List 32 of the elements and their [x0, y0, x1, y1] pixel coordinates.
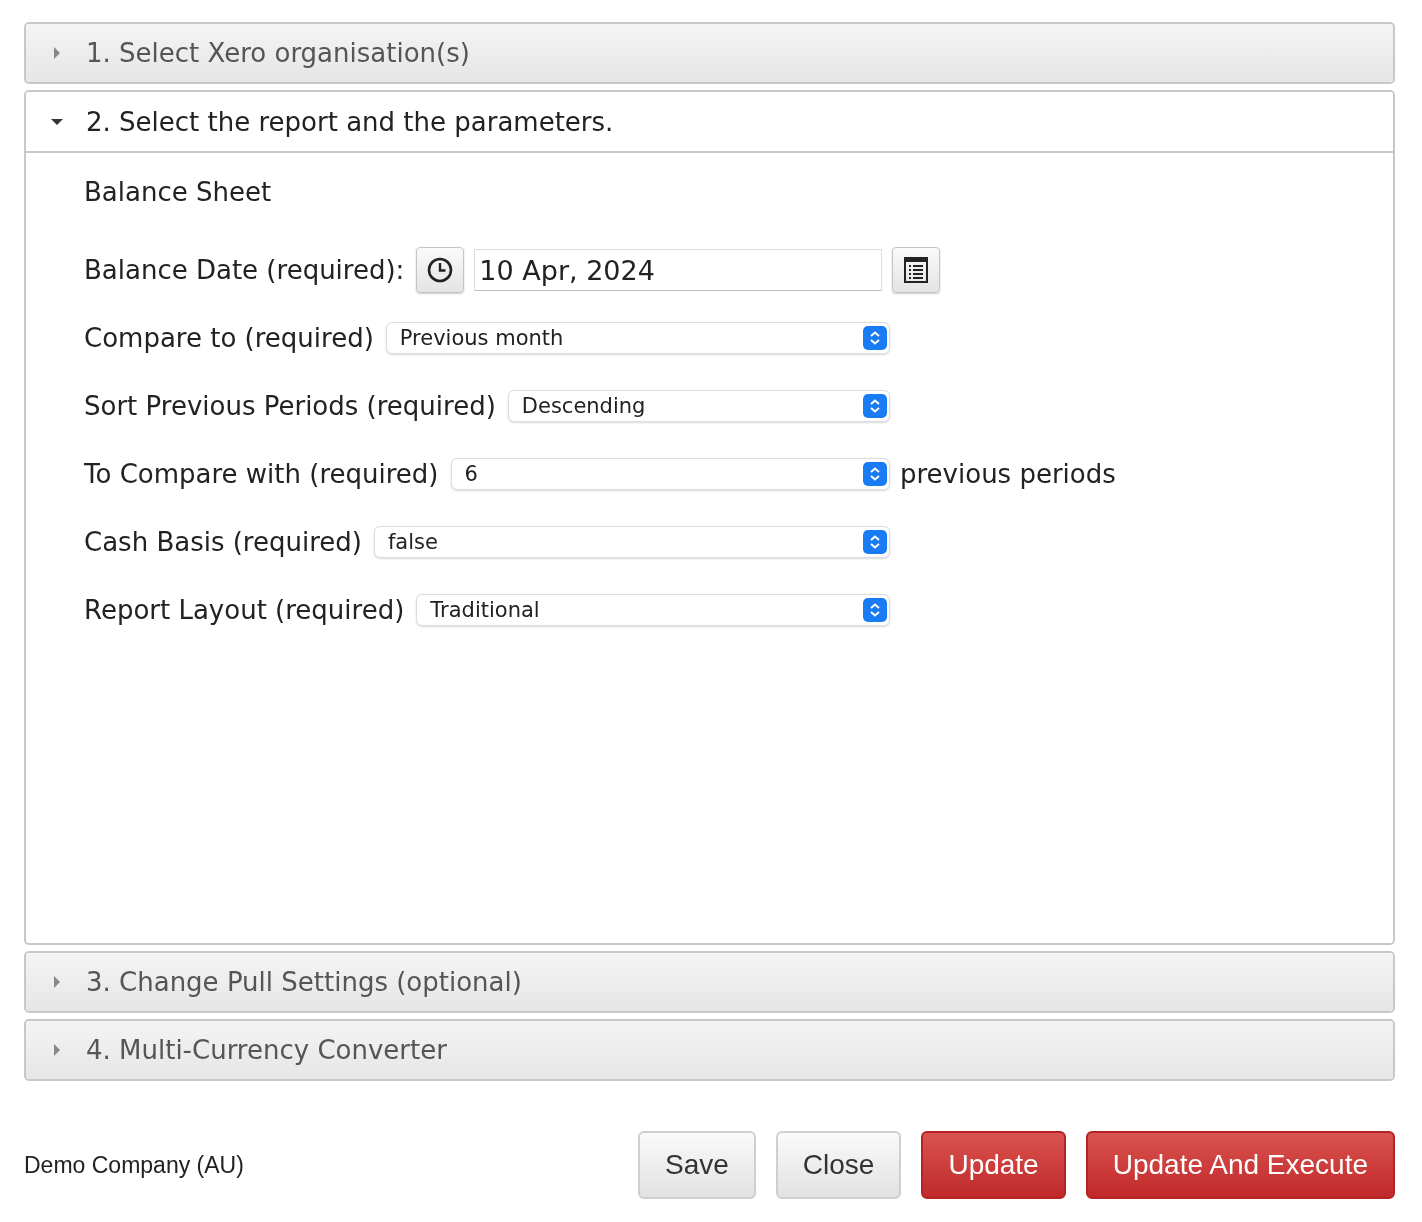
accordion-header[interactable]: 3. Change Pull Settings (optional) — [26, 953, 1393, 1011]
dropdown[interactable]: Descending — [507, 390, 890, 422]
calendar-button[interactable] — [892, 247, 941, 293]
date-input[interactable]: 10 Apr, 2024 — [474, 249, 883, 291]
field-label: To Compare with (required) — [84, 459, 439, 489]
dropdown[interactable]: Previous month — [385, 322, 890, 354]
accordion-header[interactable]: 4. Multi-Currency Converter — [26, 1021, 1393, 1079]
field-label: Sort Previous Periods (required) — [84, 391, 496, 421]
accordion-header[interactable]: 1. Select Xero organisation(s) — [26, 24, 1393, 82]
primary-button[interactable]: Update And Execute — [1085, 1131, 1395, 1199]
clock-icon — [427, 257, 454, 283]
button[interactable]: Save — [638, 1131, 756, 1199]
time-button[interactable] — [416, 247, 465, 293]
field-label: Cash Basis (required) — [84, 527, 362, 557]
list-icon — [904, 257, 929, 283]
dropdown[interactable]: 6 — [450, 458, 890, 490]
dropdown[interactable]: Traditional — [416, 594, 890, 626]
primary-button[interactable]: Update — [921, 1131, 1066, 1199]
accordion-header[interactable]: 2. Select the report and the parameters. — [26, 92, 1393, 153]
field-label: Balance Date (required): — [84, 255, 405, 285]
stepper-icon — [863, 598, 887, 622]
field-label: Report Layout (required) — [84, 595, 405, 625]
stepper-icon — [863, 530, 887, 554]
report-title: Balance Sheet — [84, 177, 272, 207]
button[interactable]: Close — [775, 1131, 902, 1199]
field-suffix: previous periods — [900, 459, 1116, 489]
dropdown[interactable]: false — [373, 526, 890, 558]
stepper-icon — [863, 326, 887, 350]
stepper-icon — [863, 462, 887, 486]
field-label: Compare to (required) — [84, 323, 374, 353]
stepper-icon — [863, 394, 887, 418]
company-name: Demo Company (AU) — [24, 1151, 245, 1179]
